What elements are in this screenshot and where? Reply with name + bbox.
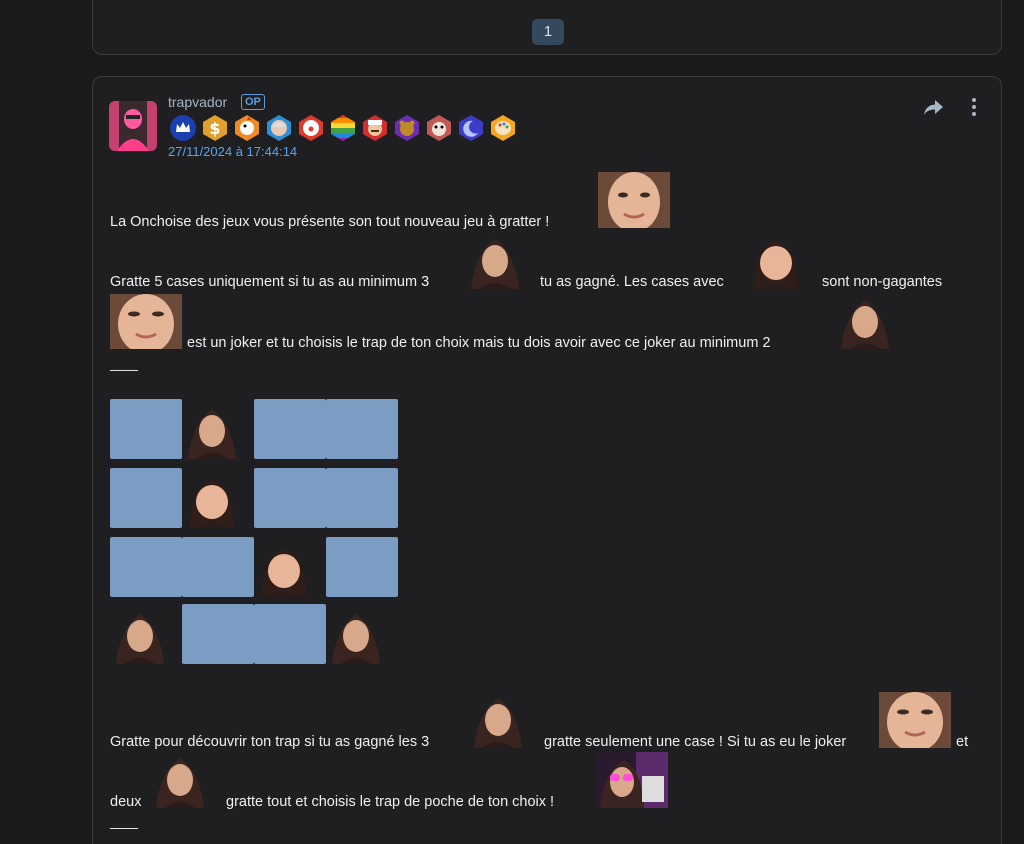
scratch-tile[interactable] <box>182 537 254 597</box>
op-badge: OP <box>241 94 265 110</box>
chicken-badge-icon <box>235 115 259 141</box>
scratch-tile[interactable] <box>326 537 398 597</box>
mario-badge-icon <box>363 115 387 141</box>
share-icon[interactable] <box>923 97 945 117</box>
svg-text:$: $ <box>209 119 220 138</box>
joker-face-sticker <box>110 294 182 349</box>
palette-badge-icon <box>491 115 515 141</box>
scratch-tile[interactable] <box>110 537 182 597</box>
body-line-4c: et <box>956 734 969 750</box>
clown-badge-icon <box>299 115 323 141</box>
page-1-button[interactable]: 1 <box>532 19 564 45</box>
winning-face-sticker <box>468 692 528 748</box>
body-line-2c: sont non-gagantes <box>822 274 943 290</box>
losing-face-sticker <box>182 472 242 528</box>
scratch-tile[interactable] <box>254 399 326 459</box>
winning-face-sticker <box>326 608 386 664</box>
scratch-tile[interactable] <box>326 399 398 459</box>
badge-row: $ <box>168 113 518 143</box>
divider <box>110 828 138 829</box>
body-line-2a: Gratte 5 cases uniquement si tu as au mi… <box>110 274 430 290</box>
body-line-5b: gratte tout et choisis le trap de poche … <box>226 794 555 810</box>
bear-badge-icon <box>395 115 419 141</box>
post-timestamp[interactable]: 27/11/2024 à 17:44:14 <box>168 144 297 159</box>
avatar[interactable] <box>109 101 157 151</box>
more-vertical-icon[interactable] <box>969 97 979 117</box>
body-line-3: est un joker et tu choisis le trap de to… <box>187 335 771 351</box>
losing-face-sticker <box>254 541 314 597</box>
losing-face-sticker <box>746 233 806 289</box>
winning-face-sticker <box>110 608 170 664</box>
winning-face-sticker <box>465 233 525 289</box>
crown-badge-icon <box>170 115 196 141</box>
body-line-1: La Onchoise des jeux vous présente son t… <box>110 214 550 230</box>
joker-face-sticker <box>879 692 951 748</box>
moon-badge-icon <box>459 115 483 141</box>
body-line-2b: tu as gagné. Les cases avec <box>540 274 724 290</box>
scratch-tile[interactable] <box>110 399 182 459</box>
winning-face-sticker <box>150 752 210 808</box>
previous-post-card: 1 <box>92 0 1002 55</box>
dollar-badge-icon: $ <box>203 115 227 141</box>
scratch-tile[interactable] <box>254 468 326 528</box>
author-name[interactable]: trapvador <box>168 94 227 110</box>
scratch-tile[interactable] <box>182 604 254 664</box>
old-man-badge-icon <box>267 115 291 141</box>
winning-face-sticker <box>182 403 242 459</box>
body-line-4b: gratte seulement une case ! Si tu as eu … <box>544 734 847 750</box>
scratch-tile[interactable] <box>326 468 398 528</box>
divider <box>110 370 138 371</box>
body-line-4a: Gratte pour découvrir ton trap si tu as … <box>110 734 430 750</box>
party-face-sticker <box>596 752 668 808</box>
scratch-tile[interactable] <box>254 604 326 664</box>
joker-face-sticker <box>598 172 670 228</box>
body-line-5a: deux <box>110 794 142 810</box>
rainbow-badge-icon <box>331 115 355 141</box>
scratch-tile[interactable] <box>110 468 182 528</box>
winning-face-sticker <box>835 294 895 349</box>
post-card: trapvador OP $ 27/11/2024 à 17:44:14 <box>92 76 1002 844</box>
dog-badge-icon <box>427 115 451 141</box>
